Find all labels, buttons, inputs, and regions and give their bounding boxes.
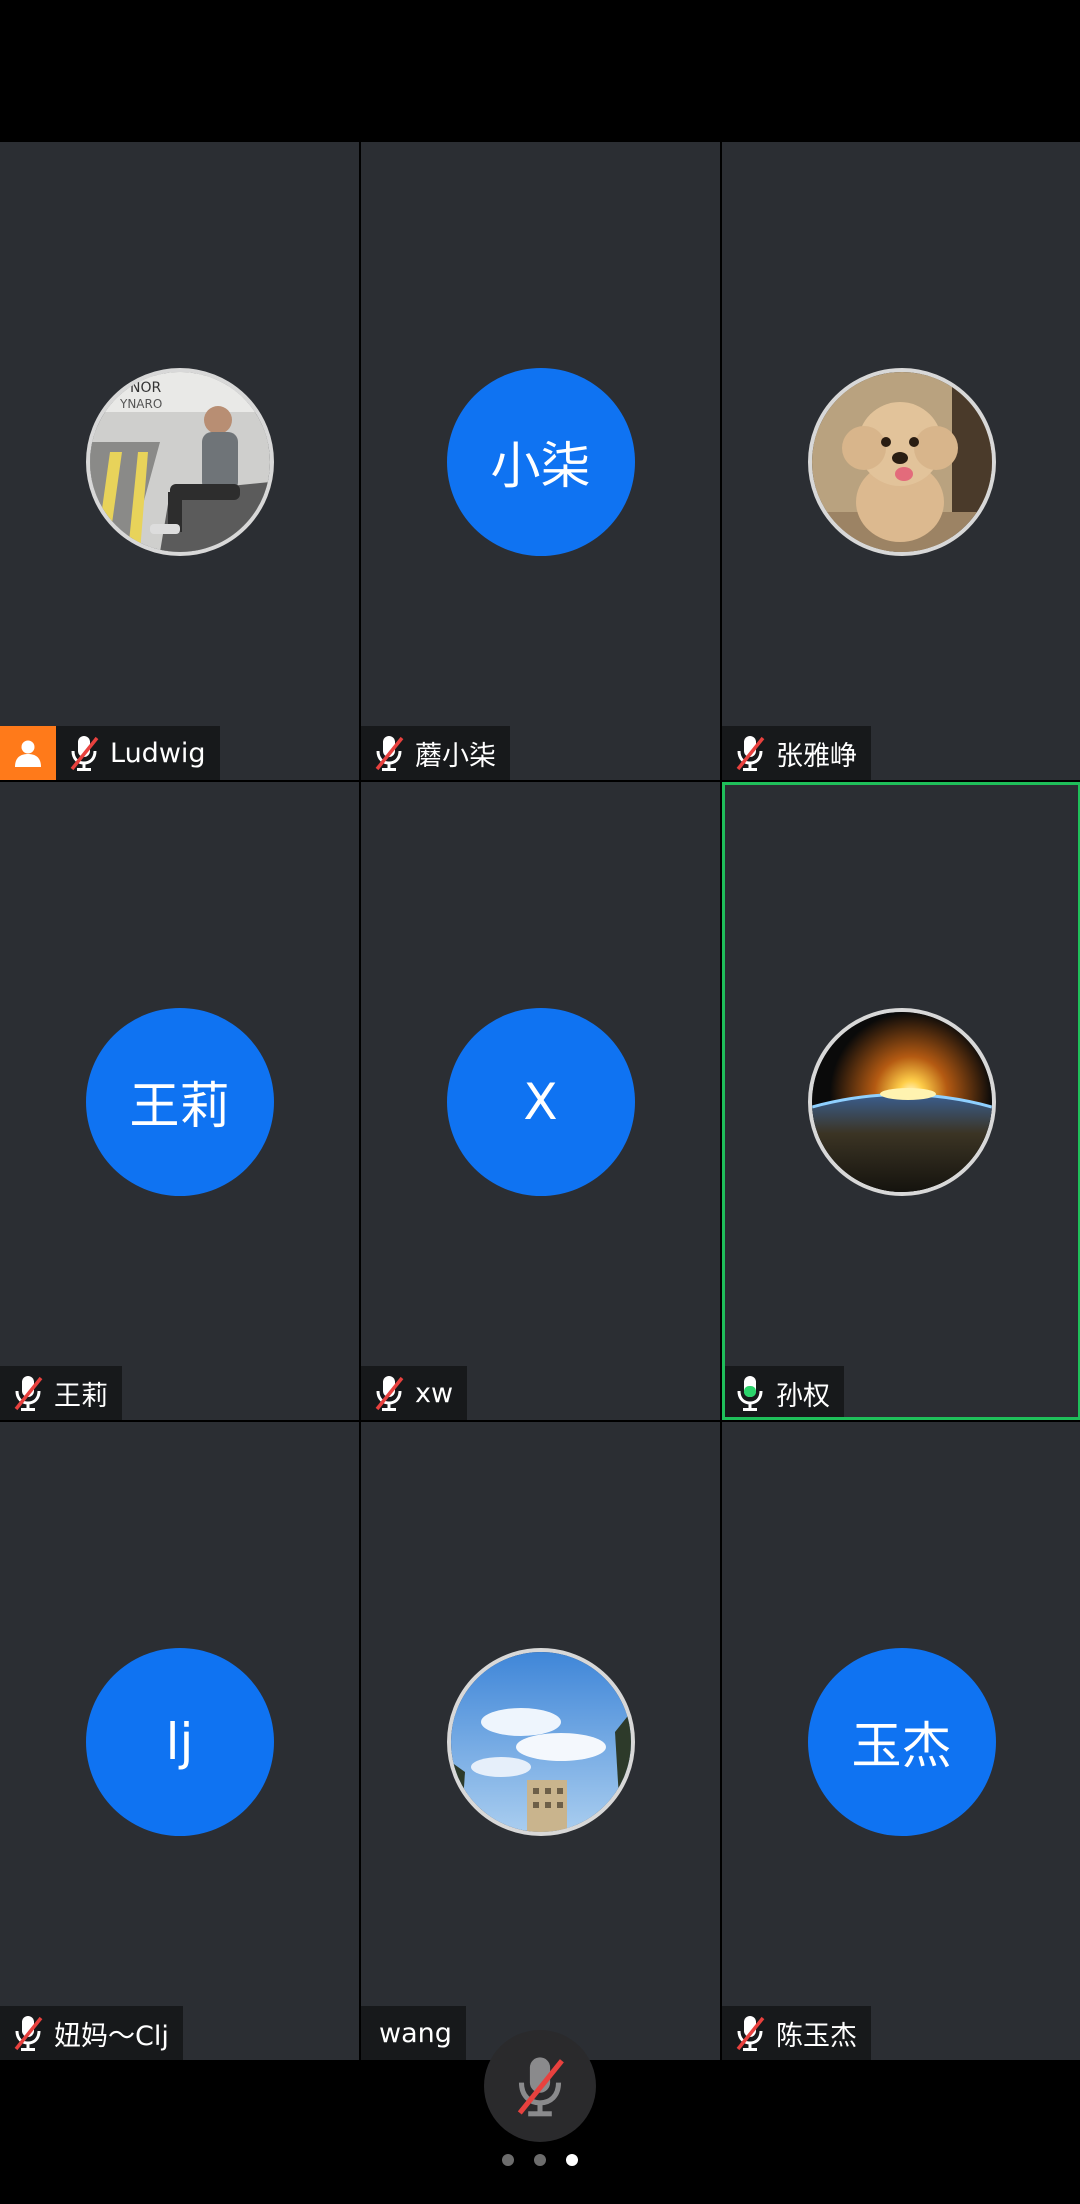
participant-name-tag: 妞妈～Clj <box>0 2006 183 2060</box>
page-dot-active[interactable] <box>566 2154 578 2166</box>
page-indicator[interactable] <box>0 2154 1080 2166</box>
participant-name: 张雅峥 <box>776 740 857 772</box>
man-sitting-photo-icon: NOR YNARO <box>89 372 270 552</box>
svg-text:NOR: NOR <box>130 380 161 396</box>
participant-grid: NOR YNARO Ludwig 小柒 蘑小柒 张雅峥 王莉 王莉 X xw 孙… <box>0 142 1080 2060</box>
participant-tile-wang[interactable]: wang <box>361 1422 720 2060</box>
participant-tile-niuma[interactable]: lj 妞妈～Clj <box>0 1422 359 2060</box>
participant-name: 王莉 <box>54 1380 108 1412</box>
mic-toggle-button[interactable] <box>484 2030 596 2142</box>
page-dot[interactable] <box>534 2154 546 2166</box>
mic-active-icon <box>732 1373 768 1413</box>
mic-muted-icon <box>66 733 102 773</box>
avatar-initials: 小柒 <box>446 368 635 556</box>
mic-muted-icon <box>371 1373 407 1413</box>
mic-muted-icon <box>732 733 768 773</box>
participant-name-tag: 孙权 <box>725 1366 844 1417</box>
avatar-photo-dog <box>807 368 996 556</box>
participant-name: xw <box>415 1377 454 1409</box>
participant-name-tag: 蘑小柒 <box>361 726 510 780</box>
sky-building-photo-icon <box>450 1652 631 1832</box>
participant-tile-wangli[interactable]: 王莉 王莉 <box>0 782 359 1420</box>
participant-name-tag: 陈玉杰 <box>722 2006 871 2060</box>
avatar-initials: 玉杰 <box>807 1648 996 1836</box>
avatar-initials: 王莉 <box>85 1008 274 1196</box>
mic-muted-icon <box>10 2013 46 2053</box>
avatar-initials: lj <box>85 1648 274 1836</box>
avatar-photo-sky <box>446 1648 635 1836</box>
participant-tile-zhangyazheng[interactable]: 张雅峥 <box>722 142 1080 780</box>
mic-muted-icon <box>517 2057 564 2117</box>
svg-text:YNARO: YNARO <box>119 397 162 411</box>
mic-muted-icon <box>371 733 407 773</box>
avatar-initials: X <box>446 1008 635 1196</box>
earth-sunrise-photo-icon <box>811 1012 992 1192</box>
participant-name: 蘑小柒 <box>415 740 496 772</box>
participant-name: 陈玉杰 <box>776 2020 857 2052</box>
host-badge-icon <box>0 726 56 780</box>
participant-name-tag: Ludwig <box>0 726 220 780</box>
avatar-photo-earth <box>807 1008 996 1196</box>
participant-name-tag: 张雅峥 <box>722 726 871 780</box>
poodle-dog-photo-icon <box>811 372 992 552</box>
mic-muted-icon <box>732 2013 768 2053</box>
participant-name: wang <box>379 2017 452 2049</box>
participant-name: Ludwig <box>110 737 206 769</box>
mic-muted-icon <box>10 1373 46 1413</box>
participant-name: 孙权 <box>776 1380 830 1412</box>
participant-tile-chenyujie[interactable]: 玉杰 陈玉杰 <box>722 1422 1080 2060</box>
page-dot[interactable] <box>502 2154 514 2166</box>
participant-name: 妞妈～Clj <box>54 2020 169 2052</box>
avatar-photo-man: NOR YNARO <box>85 368 274 556</box>
participant-name-tag: wang <box>361 2006 466 2060</box>
participant-name-tag: xw <box>361 1366 468 1420</box>
participant-name-tag: 王莉 <box>0 1366 122 1420</box>
participant-tile-sunquan[interactable]: 孙权 <box>722 782 1080 1420</box>
participant-tile-moxiaoqi[interactable]: 小柒 蘑小柒 <box>361 142 720 780</box>
participant-tile-ludwig[interactable]: NOR YNARO Ludwig <box>0 142 359 780</box>
participant-tile-xw[interactable]: X xw <box>361 782 720 1420</box>
meeting-screen: NOR YNARO Ludwig 小柒 蘑小柒 张雅峥 王莉 王莉 X xw 孙… <box>0 0 1080 2204</box>
